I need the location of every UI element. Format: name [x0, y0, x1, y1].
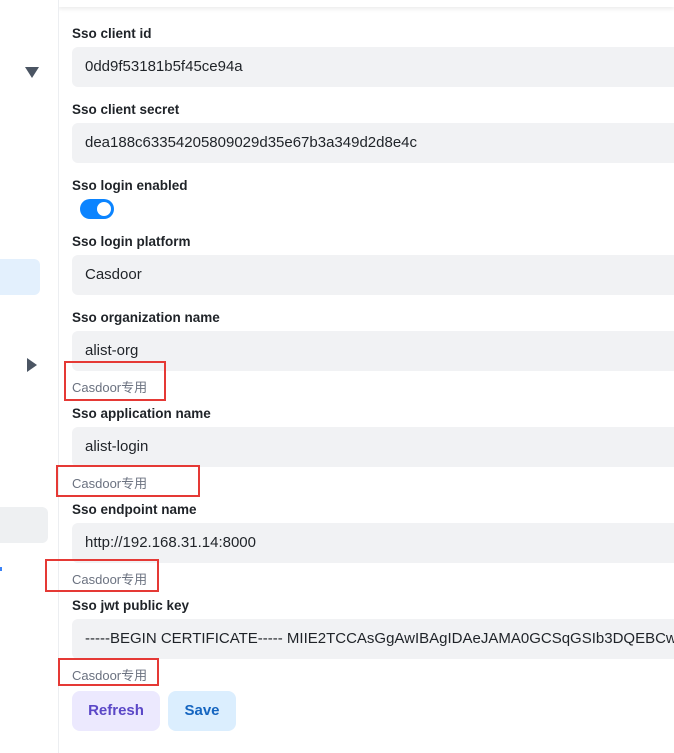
caret-right-icon[interactable] [27, 358, 37, 372]
client-id-input[interactable]: 0dd9f53181b5f45ce94a [72, 47, 674, 87]
login-platform-select[interactable]: Casdoor [72, 255, 674, 295]
sidebar-item-hover[interactable] [0, 507, 48, 543]
application-name-input[interactable]: alist-login [72, 427, 674, 467]
sidebar [0, 0, 59, 753]
highlight-box [45, 559, 159, 592]
highlight-box [58, 658, 159, 686]
highlight-box [64, 361, 166, 401]
refresh-button[interactable]: Refresh [72, 691, 160, 731]
client-secret-label: Sso client secret [72, 102, 180, 117]
highlight-box [56, 465, 200, 497]
switch-knob [97, 202, 111, 216]
endpoint-name-label: Sso endpoint name [72, 502, 197, 517]
client-id-label: Sso client id [72, 26, 152, 41]
organization-name-label: Sso organization name [72, 310, 220, 325]
jwt-public-key-label: Sso jwt public key [72, 598, 190, 613]
login-enabled-label: Sso login enabled [72, 178, 188, 193]
caret-down-icon[interactable] [25, 67, 39, 78]
sidebar-indicator [0, 567, 2, 571]
jwt-public-key-input[interactable]: -----BEGIN CERTIFICATE----- MIIE2TCCAsGg… [72, 619, 674, 659]
save-button[interactable]: Save [168, 691, 236, 731]
endpoint-name-input[interactable]: http://192.168.31.14:8000 [72, 523, 674, 563]
client-secret-input[interactable]: dea188c63354205809029d35e67b3a349d2d8e4c [72, 123, 674, 163]
application-name-label: Sso application name [72, 406, 211, 421]
sidebar-item-active[interactable] [0, 259, 40, 295]
login-enabled-switch[interactable] [80, 199, 114, 219]
login-platform-label: Sso login platform [72, 234, 191, 249]
top-header-bar [58, 0, 674, 7]
